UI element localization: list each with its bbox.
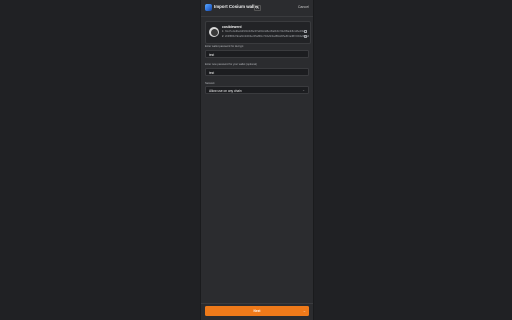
network-label: Network — [205, 81, 215, 85]
cancel-button[interactable]: Cancel — [298, 5, 309, 9]
new-password-field[interactable]: test — [205, 68, 309, 76]
password-value: test — [209, 52, 215, 57]
network-value: Allow use on any chain — [209, 88, 242, 93]
new-password-value: test — [209, 70, 215, 75]
next-button[interactable]: Next → — [205, 306, 309, 316]
address-row: 2:2K9f8B3d7E1a6C4b0D9e2F5a8B1c7D3e6F0a4B… — [222, 35, 310, 38]
wallet-card: cosiblewerd 1:3Gcl7e4sd8e2a9f1b6c0d5e3f7… — [205, 21, 311, 44]
chevron-down-icon: ⌄ — [302, 88, 305, 93]
page-title: Import Cosium wallet — [214, 4, 259, 9]
network-select[interactable]: Allow use on any chain ⌄ — [205, 86, 309, 94]
panel-header: Import Cosium wallet v1 Cancel — [201, 0, 313, 17]
copy-icon[interactable] — [304, 35, 307, 38]
copy-icon[interactable] — [304, 30, 307, 33]
address-value: 2K9f8B3d7E1a6C4b0D9e2F5a8B1c7D3e6F0a4B9c… — [225, 35, 310, 38]
wallet-name: cosiblewerd — [222, 25, 242, 29]
new-password-label: Enter new password for your wallet (opti… — [205, 63, 257, 66]
password-field[interactable]: test — [205, 50, 309, 58]
address-value: 3Gcl7e4sd8e2a9f1b6c0d5e3f7a2b9c4d8e1f6a0… — [225, 30, 306, 33]
panel-footer: Next → — [201, 303, 313, 320]
import-panel: Import Cosium wallet v1 Cancel cosiblewe… — [200, 0, 314, 320]
arrow-right-icon: → — [302, 308, 306, 313]
wallet-logo-icon — [205, 4, 212, 11]
address-row: 1:3Gcl7e4sd8e2a9f1b6c0d5e3f7a2b9c4d8e1f6… — [222, 30, 306, 33]
next-button-label: Next — [253, 309, 261, 313]
version-badge: v1 — [254, 5, 262, 11]
wallet-avatar-icon — [209, 27, 219, 37]
password-label: Enter wallet password for decrypt — [205, 45, 244, 48]
